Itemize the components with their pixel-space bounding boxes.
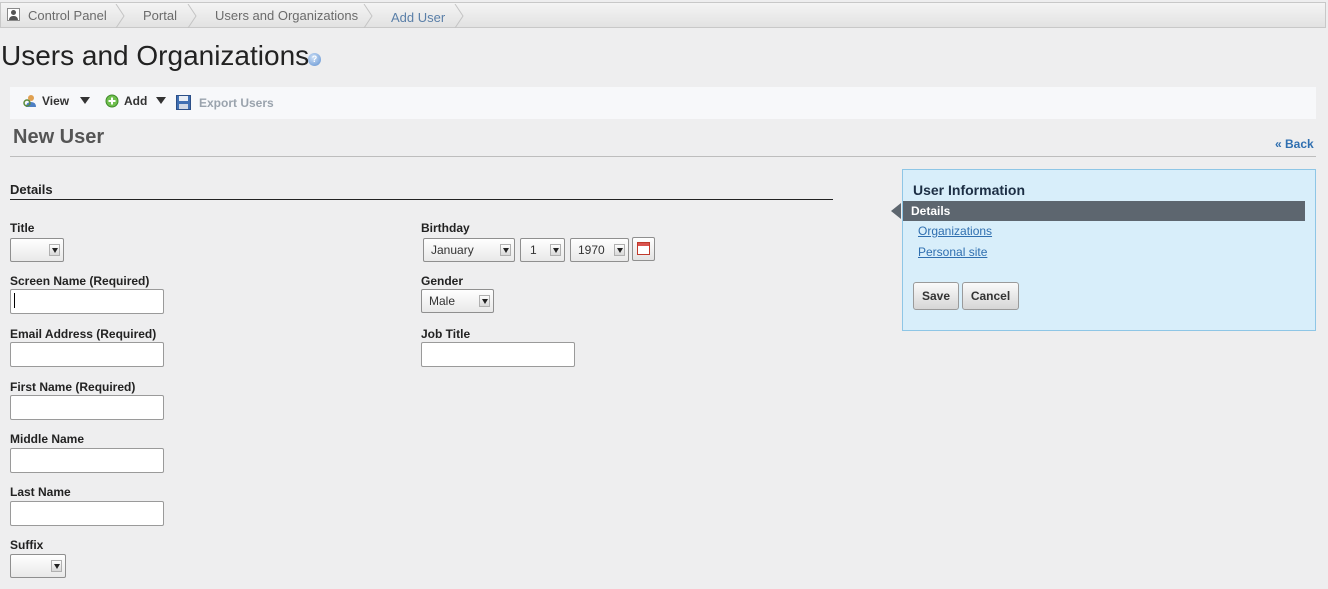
breadcrumb-add-user: Add User: [391, 10, 446, 25]
sidebar-item-details[interactable]: Details: [903, 201, 1305, 221]
birthday-label: Birthday: [421, 221, 470, 235]
chevron-down-icon: [49, 244, 60, 256]
toolbar: View Add Export Users: [10, 87, 1316, 119]
email-label: Email Address (Required): [10, 327, 157, 341]
add-icon: [105, 94, 119, 108]
breadcrumb-users-and-organizations[interactable]: Users and Organizations: [215, 8, 358, 23]
sidebar-item-personal-site[interactable]: Personal site: [918, 245, 987, 259]
export-icon: [176, 95, 191, 110]
breadcrumb-control-panel[interactable]: Control Panel: [28, 8, 107, 23]
view-button[interactable]: View: [42, 94, 69, 108]
page-title: Users and Organizations: [1, 40, 310, 71]
add-button[interactable]: Add: [124, 94, 147, 108]
title-select[interactable]: [10, 238, 64, 262]
chevron-down-icon: [550, 244, 561, 256]
birthday-day-select[interactable]: 1: [520, 238, 565, 262]
last-name-label: Last Name: [10, 485, 71, 499]
save-button[interactable]: Save: [913, 282, 959, 310]
user-icon: [7, 8, 20, 21]
calendar-button[interactable]: [632, 237, 655, 261]
first-name-label: First Name (Required): [10, 380, 136, 394]
first-name-input[interactable]: [10, 395, 164, 420]
details-divider: [10, 199, 833, 200]
back-link[interactable]: « Back: [1275, 137, 1314, 151]
breadcrumb-separator: [454, 4, 464, 28]
active-pointer: [891, 203, 901, 219]
last-name-input[interactable]: [10, 501, 164, 526]
cancel-button[interactable]: Cancel: [962, 282, 1019, 310]
view-users-icon: [23, 95, 36, 107]
user-information-panel: User Information Details Organizations P…: [891, 169, 1316, 331]
export-users-button[interactable]: Export Users: [199, 96, 274, 110]
text-cursor: [14, 293, 15, 308]
gender-label: Gender: [421, 274, 464, 288]
job-title-input[interactable]: [421, 342, 575, 367]
chevron-down-icon: [614, 244, 625, 256]
chevron-down-icon: [479, 295, 490, 307]
email-input[interactable]: [10, 342, 164, 367]
breadcrumb-separator: [187, 4, 197, 28]
screen-name-input[interactable]: [10, 289, 164, 314]
title-label: Title: [10, 221, 35, 235]
add-dropdown-icon[interactable]: [156, 97, 166, 104]
section-title: New User: [13, 126, 105, 148]
breadcrumb: Control Panel Portal Users and Organizat…: [0, 2, 1326, 28]
breadcrumb-separator: [115, 4, 125, 28]
suffix-select[interactable]: [10, 554, 66, 578]
screen-name-label: Screen Name (Required): [10, 274, 150, 288]
birthday-month-select[interactable]: January: [423, 238, 515, 262]
birthday-year-select[interactable]: 1970: [570, 238, 629, 262]
calendar-icon: [637, 242, 650, 255]
sidebar-item-organizations[interactable]: Organizations: [918, 224, 992, 238]
breadcrumb-portal[interactable]: Portal: [143, 8, 177, 23]
middle-name-input[interactable]: [10, 448, 164, 473]
divider: [10, 156, 1316, 157]
middle-name-label: Middle Name: [10, 432, 85, 446]
details-heading: Details: [10, 182, 53, 197]
breadcrumb-separator: [363, 4, 373, 28]
chevron-down-icon: [51, 560, 62, 572]
chevron-down-icon: [500, 244, 511, 256]
help-icon[interactable]: ?: [308, 53, 321, 66]
view-dropdown-icon[interactable]: [80, 97, 90, 104]
suffix-label: Suffix: [10, 538, 44, 552]
user-information-title: User Information: [913, 182, 1026, 198]
sidebar-item-label: Details: [911, 204, 951, 218]
job-title-label: Job Title: [421, 327, 471, 341]
gender-select[interactable]: Male: [421, 289, 494, 313]
